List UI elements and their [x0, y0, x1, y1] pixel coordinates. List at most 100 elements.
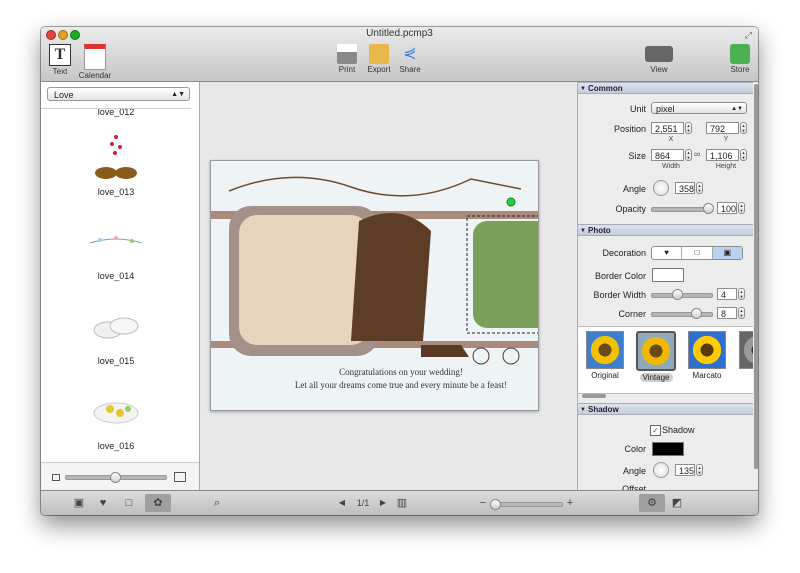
angle-label: Angle	[622, 184, 646, 194]
vine-icon	[89, 236, 143, 244]
border-width-slider-knob[interactable]	[672, 289, 683, 300]
flower-birds-icon	[93, 402, 139, 424]
width-field[interactable]: 864	[651, 149, 684, 161]
photo-section-header[interactable]: ▼ Photo	[578, 224, 753, 236]
shadow-angle-dial[interactable]	[653, 462, 669, 478]
category-value: Love	[54, 90, 74, 100]
width-stepper[interactable]: ▲ ▼	[685, 149, 692, 161]
border-width-stepper[interactable]: ▲ ▼	[738, 288, 745, 300]
share-button[interactable]: ⋞ Share	[397, 44, 423, 74]
text-tool-button[interactable]: T Text	[47, 44, 73, 76]
next-page-button[interactable]: ▶	[373, 494, 393, 512]
view-button[interactable]: View	[644, 44, 674, 74]
border-width-label: Border Width	[593, 290, 646, 300]
shadow-angle-stepper[interactable]: ▲ ▼	[696, 464, 703, 476]
opacity-field[interactable]: 100	[717, 202, 737, 214]
shadow-color-well[interactable]	[652, 442, 684, 456]
next-arrow-icon: ▶	[379, 498, 387, 507]
corner-slider-knob[interactable]	[691, 308, 702, 319]
height-stepper[interactable]: ▲ ▼	[740, 149, 747, 161]
unit-select[interactable]: pixel ▲▼	[651, 102, 747, 114]
thumbnail-size-bar	[41, 462, 199, 491]
frame-library-tab[interactable]: □	[119, 494, 139, 512]
zoom-in-button[interactable]: +	[560, 494, 580, 512]
size-label: Size	[628, 151, 646, 161]
layers-icon: ◩	[671, 497, 683, 509]
category-select[interactable]: Love ▲▼	[47, 87, 190, 101]
unit-value: pixel	[656, 104, 675, 114]
corner-field[interactable]: 8	[717, 307, 737, 319]
height-field[interactable]: 1,106	[706, 149, 739, 161]
card-canvas[interactable]: Congratulations on your wedding! Let all…	[210, 160, 539, 411]
angle-field[interactable]: 358	[675, 182, 695, 194]
position-label: Position	[613, 124, 646, 134]
page-indicator: 1/1	[356, 498, 370, 508]
list-item[interactable]: love_013	[41, 129, 191, 197]
square-icon[interactable]: □	[682, 247, 713, 259]
minus-icon: −	[479, 497, 487, 509]
frame-icon[interactable]: ▣	[712, 247, 742, 259]
effects-library-tab[interactable]: ✿	[145, 494, 171, 512]
opacity-slider-knob[interactable]	[703, 203, 714, 214]
shadow-header-label: Shadow	[588, 405, 619, 414]
clipart-label: love_016	[97, 441, 135, 451]
border-color-well[interactable]	[652, 268, 684, 282]
bottom-bar: ▣ ♥ □ ✿ ⌕ ◀ 1/1 ▶ ▥ − + ⚙ ◩	[41, 490, 758, 515]
filter-b[interactable]: B	[734, 331, 753, 380]
list-item[interactable]: love_016	[41, 383, 191, 451]
large-image-icon	[174, 472, 186, 482]
x-field[interactable]: 2,551	[651, 122, 684, 134]
store-button[interactable]: Store	[727, 44, 753, 74]
list-item[interactable]: love_015	[41, 298, 191, 366]
corner-stepper[interactable]: ▲ ▼	[738, 307, 745, 319]
filter-scrollbar[interactable]	[582, 394, 606, 398]
zoom-slider-knob[interactable]	[490, 499, 501, 510]
clipart-library-tab[interactable]: ♥	[93, 494, 113, 512]
frame-icon: □	[125, 497, 133, 509]
y-stepper[interactable]: ▲ ▼	[740, 122, 747, 134]
canvas-area[interactable]: Congratulations on your wedding! Let all…	[200, 82, 576, 490]
y-caption: Y	[723, 136, 729, 143]
inspector-scrollbar[interactable]	[754, 84, 758, 469]
y-field[interactable]: 792	[706, 122, 739, 134]
opacity-stepper[interactable]: ▲ ▼	[738, 202, 745, 214]
clipart-list[interactable]: love_012 love_013 love_014 love_015 love…	[41, 108, 191, 459]
print-button[interactable]: Print	[335, 44, 359, 74]
corner-slider-track[interactable]	[651, 312, 713, 317]
shadow-section-header[interactable]: ▼ Shadow	[578, 403, 753, 415]
zoom-slider-track[interactable]	[491, 502, 563, 507]
filter-original[interactable]: Original	[581, 331, 629, 380]
angle-dial[interactable]	[653, 180, 669, 196]
zoom-button[interactable]: ⌕	[207, 494, 227, 512]
filter-vintage[interactable]: Vintage	[632, 331, 680, 382]
decoration-segmented-control[interactable]: ♥ □ ▣	[651, 246, 743, 260]
sunflower-thumbnail	[586, 331, 624, 369]
image-library-tab[interactable]: ▣	[69, 494, 89, 512]
link-aspect-icon[interactable]: ∞	[694, 149, 700, 159]
list-item[interactable]: love_012	[41, 109, 191, 117]
book-view-button[interactable]: ▥	[392, 494, 412, 512]
common-header-label: Common	[588, 84, 623, 93]
angle-stepper[interactable]: ▲ ▼	[696, 182, 703, 194]
calendar-tool-button[interactable]: Calendar	[77, 44, 113, 80]
previous-page-button[interactable]: ◀	[332, 494, 352, 512]
sunflower-thumbnail	[739, 331, 753, 369]
border-width-field[interactable]: 4	[717, 288, 737, 300]
previous-arrow-icon: ◀	[338, 498, 346, 507]
common-section-header[interactable]: ▼ Common	[578, 82, 753, 94]
list-item[interactable]: love_014	[41, 213, 191, 281]
settings-tab[interactable]: ⚙	[639, 494, 665, 512]
fullscreen-icon[interactable]: ⤢	[745, 30, 752, 41]
shadow-angle-field[interactable]: 135	[675, 464, 695, 476]
filter-marcato[interactable]: Marcato	[683, 331, 731, 380]
export-button[interactable]: Export	[364, 44, 394, 74]
thumbnail-size-knob[interactable]	[110, 472, 121, 483]
border-color-label: Border Color	[594, 271, 646, 281]
shadow-angle-label: Angle	[622, 466, 646, 476]
magnifier-icon: ⌕	[213, 497, 221, 509]
layers-tab[interactable]: ◩	[667, 494, 687, 512]
image-icon: ▣	[73, 497, 85, 509]
shadow-checkbox[interactable]: ✓	[650, 425, 661, 436]
heart-icon[interactable]: ♥	[652, 247, 683, 259]
x-stepper[interactable]: ▲ ▼	[685, 122, 692, 134]
